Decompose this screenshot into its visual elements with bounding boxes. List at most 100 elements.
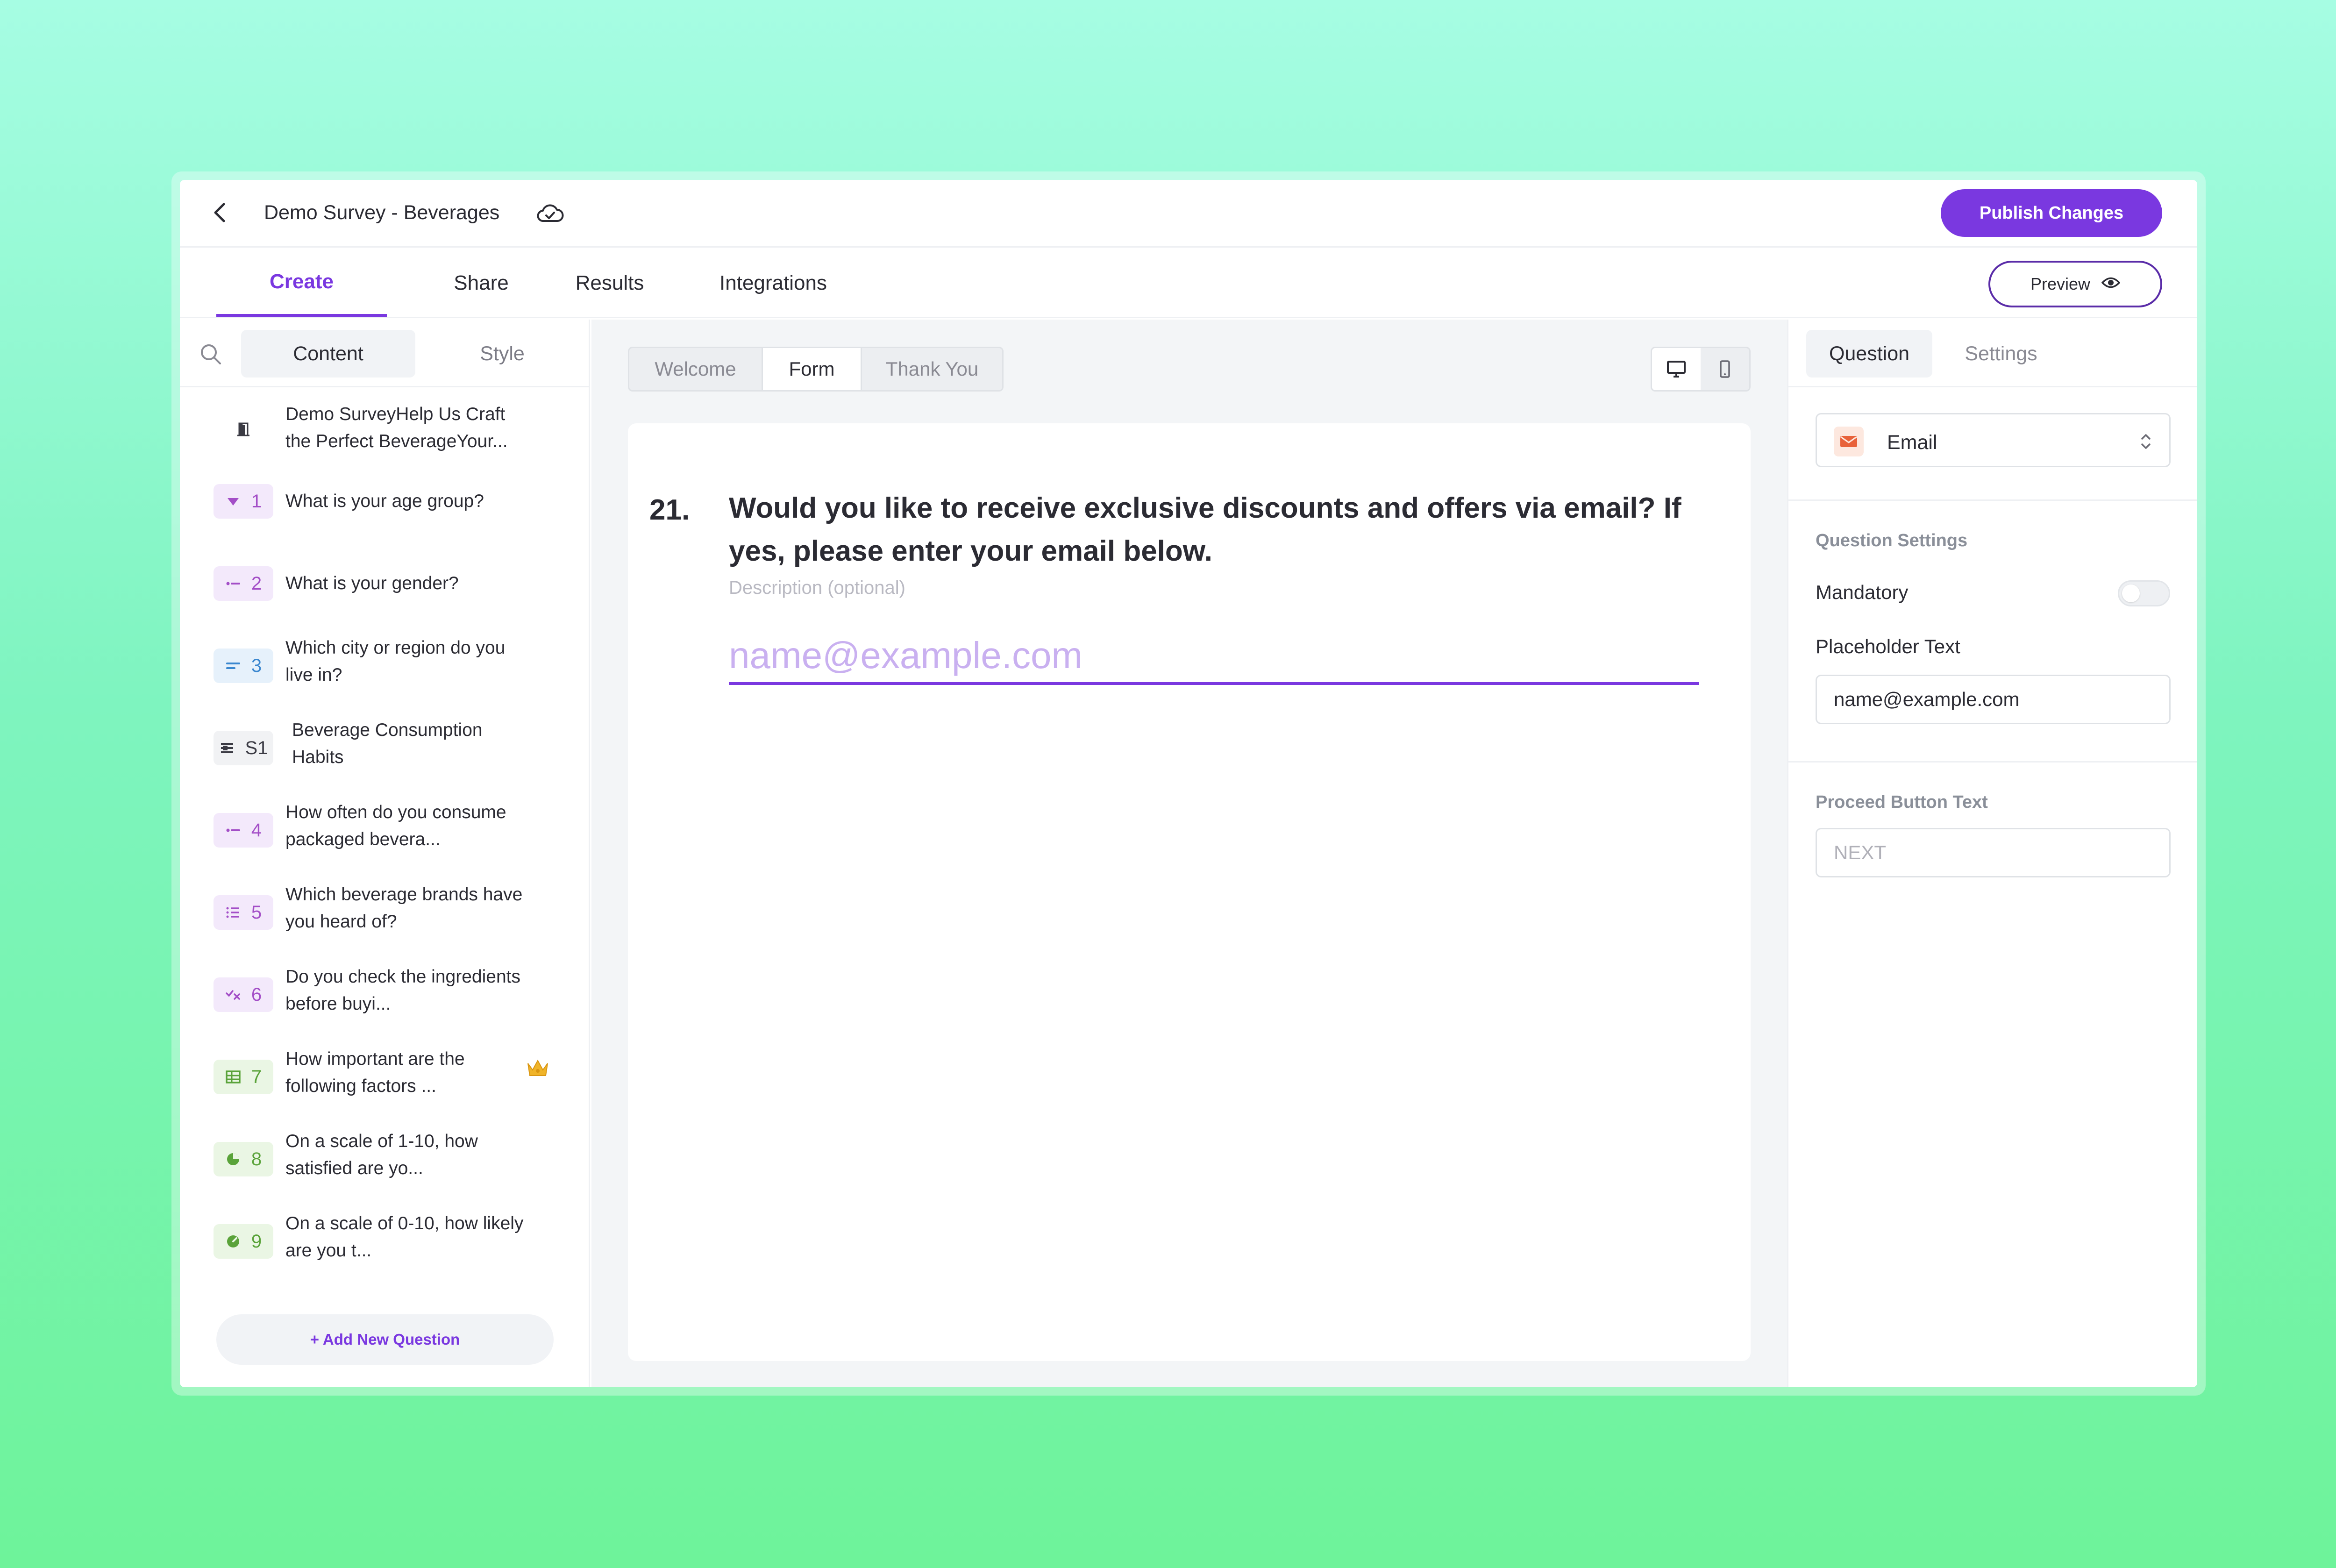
question-type-badge: 2 (214, 566, 273, 601)
panel-tabs: Question Settings (1788, 320, 2197, 387)
list-item[interactable]: 4 How often do you consume packaged beve… (180, 802, 589, 876)
proceed-button-text-label: Proceed Button Text (1816, 792, 1988, 812)
question-card: 21. Would you like to receive exclusive … (628, 423, 1751, 1361)
top-bar: Demo Survey - Beverages Publish Changes (180, 180, 2197, 248)
crown-icon (525, 1057, 550, 1079)
toggle-knob (2122, 584, 2140, 602)
question-type-badge: 3 (214, 649, 273, 683)
preview-button[interactable]: Preview (1988, 261, 2162, 307)
list-item-label: Which city or region do you live in? (285, 638, 506, 685)
tab-create[interactable]: Create (216, 249, 387, 317)
matrix-icon (226, 1070, 241, 1083)
list-item-label: What is your age group? (285, 491, 484, 511)
mobile-icon[interactable] (1701, 348, 1749, 390)
list-item[interactable]: 1 What is your age group? (180, 477, 589, 547)
main-tabs: Create Share Results Integrations Previe… (180, 249, 2197, 318)
preview-label: Preview (2030, 274, 2091, 293)
tab-share[interactable]: Share (423, 249, 540, 317)
question-number: 7 (251, 1066, 262, 1087)
question-title[interactable]: Would you like to receive exclusive disc… (729, 487, 1699, 573)
question-number: 4 (251, 820, 262, 841)
eye-icon (2101, 274, 2121, 294)
page-switcher: Welcome Form Thank You (628, 347, 1004, 392)
tab-results[interactable]: Results (544, 249, 675, 317)
question-settings-heading: Question Settings (1816, 531, 1968, 550)
list-item[interactable]: 5 Which beverage brands have you heard o… (180, 884, 589, 958)
tab-welcome[interactable]: Welcome (629, 348, 763, 390)
sidebar-tabs: Content Style (180, 320, 589, 387)
app-frame: Demo Survey - Beverages Publish Changes … (171, 171, 2206, 1396)
short-text-icon (226, 663, 240, 669)
desktop-icon[interactable] (1652, 348, 1701, 390)
proceed-button-text-input[interactable] (1816, 828, 2171, 877)
tab-question[interactable]: Question (1806, 330, 1932, 378)
question-number: 3 (251, 655, 262, 676)
question-number: 8 (251, 1148, 262, 1169)
tab-content[interactable]: Content (241, 330, 415, 378)
search-icon[interactable] (198, 341, 224, 367)
question-number: S1 (245, 737, 268, 758)
list-item[interactable]: 7 How important are the following factor… (180, 1049, 589, 1122)
question-type-badge: 8 (214, 1142, 273, 1176)
choice-icon (226, 582, 240, 585)
list-item[interactable]: 8 On a scale of 1-10, how satisfied are … (180, 1131, 589, 1205)
cloud-saved-icon (535, 199, 565, 228)
list-item[interactable]: 3 Which city or region do you live in? (180, 638, 589, 711)
question-number: 2 (251, 573, 262, 594)
list-item-label: Demo SurveyHelp Us Craft the Perfect Bev… (285, 404, 508, 451)
list-item[interactable]: 2 What is your gender? (180, 559, 589, 629)
question-type-badge: 5 (214, 895, 273, 930)
list-item-label: What is your gender? (285, 573, 459, 593)
dropdown-icon (227, 498, 239, 506)
email-answer-input[interactable] (729, 629, 1699, 685)
publish-changes-button[interactable]: Publish Changes (1941, 189, 2162, 237)
list-item-label: On a scale of 1-10, how satisfied are yo… (285, 1131, 478, 1178)
question-number: 1 (251, 491, 262, 512)
question-type-badge: 7 (214, 1060, 273, 1094)
list-item-label: Do you check the ingredients before buyi… (285, 967, 520, 1014)
section-icon (221, 743, 233, 753)
question-type-select[interactable]: Email (1816, 413, 2171, 467)
app-window: Demo Survey - Beverages Publish Changes … (180, 180, 2197, 1387)
question-type-badge: 6 (214, 977, 273, 1012)
mandatory-label: Mandatory (1816, 581, 1909, 603)
placeholder-text-input[interactable] (1816, 675, 2171, 724)
question-type-badge: 9 (214, 1224, 273, 1259)
question-number: 9 (251, 1231, 262, 1252)
list-icon (226, 907, 239, 918)
question-description[interactable]: Description (optional) (729, 577, 905, 599)
divider (1788, 499, 2197, 501)
question-type-badge: 1 (214, 484, 273, 519)
question-type-badge: S1 (214, 731, 273, 765)
list-item-label: How important are the following factors … (285, 1049, 465, 1096)
list-item[interactable]: 9 On a scale of 0-10, how likely are you… (180, 1213, 589, 1287)
question-number: 5 (251, 902, 262, 923)
form-editor: Welcome Form Thank You 21. Would you lik… (591, 320, 1787, 1387)
survey-title: Demo Survey - Beverages (264, 201, 500, 224)
question-sidebar: Content Style Demo SurveyHelp Us Craft t… (180, 320, 590, 1387)
tab-form[interactable]: Form (763, 348, 862, 390)
properties-panel: Question Settings Email Question Setting… (1787, 320, 2197, 1387)
divider (1788, 761, 2197, 763)
tab-integrations[interactable]: Integrations (694, 249, 853, 317)
choice-icon (226, 828, 240, 832)
mandatory-toggle[interactable] (2118, 580, 2170, 606)
envelope-icon (1834, 427, 1864, 456)
question-type-badge: 4 (214, 813, 273, 848)
question-number: 6 (251, 984, 262, 1005)
back-arrow-icon[interactable] (208, 201, 231, 224)
door-icon (214, 412, 273, 447)
tab-style[interactable]: Style (423, 330, 582, 378)
tab-thank-you[interactable]: Thank You (862, 348, 1002, 390)
tab-settings[interactable]: Settings (1938, 330, 2064, 378)
list-item[interactable]: 6 Do you check the ingredients before bu… (180, 967, 589, 1040)
rating-icon (227, 1153, 239, 1165)
add-new-question-button[interactable]: + Add New Question (216, 1314, 554, 1365)
yes-no-icon (226, 990, 240, 1000)
question-number: 21. (649, 494, 690, 526)
list-item-section[interactable]: S1 Beverage Consumption Habits (180, 720, 589, 793)
list-item-label: Beverage Consumption Habits (292, 720, 483, 767)
list-item-label: Which beverage brands have you heard of? (285, 884, 523, 932)
list-item-welcome[interactable]: Demo SurveyHelp Us Craft the Perfect Bev… (180, 394, 589, 464)
chevron-updown-icon (2137, 428, 2155, 455)
